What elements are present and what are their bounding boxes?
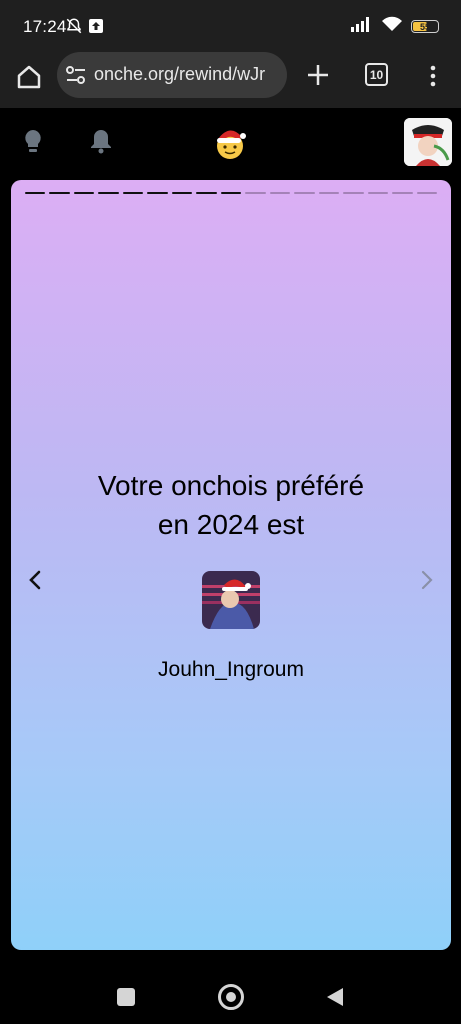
status-bar: 17:24 55	[0, 0, 461, 52]
bell-off-icon	[65, 17, 83, 40]
story-progress-segment	[245, 192, 266, 194]
favorite-user-avatar	[202, 571, 260, 629]
system-nav-bar	[0, 960, 461, 1024]
story-progress-segment	[367, 192, 389, 194]
story-progress-segment	[196, 192, 217, 194]
story-progress-segment	[343, 192, 364, 194]
browser-toolbar: onche.org/rewind/wJr 10	[0, 52, 461, 108]
home-system-button[interactable]	[218, 984, 244, 1010]
site-header	[0, 110, 461, 170]
wifi-icon	[381, 16, 403, 37]
profile-avatar[interactable]	[404, 118, 452, 166]
favorite-username: Jouhn_Ingroum	[158, 658, 304, 681]
lightbulb-icon[interactable]	[22, 128, 44, 159]
story-heading: Votre onchois préféré en 2024 est	[11, 466, 451, 544]
notifications-bell-icon[interactable]	[89, 128, 113, 159]
next-story-chevron-icon[interactable]	[417, 568, 437, 592]
onche-logo-icon[interactable]	[212, 125, 248, 161]
story-progress-segment	[318, 192, 340, 194]
upload-notification-icon	[89, 19, 103, 38]
story-progress-segment	[98, 192, 119, 194]
new-tab-button[interactable]	[305, 62, 331, 88]
story-progress-segment	[416, 192, 437, 194]
site-settings-icon[interactable]	[65, 65, 87, 90]
story-progress-segment	[25, 192, 46, 194]
story-progress-segment	[294, 192, 315, 194]
tab-switcher-button[interactable]: 10	[365, 63, 388, 86]
more-menu-icon[interactable]	[424, 64, 442, 88]
status-time: 17:24	[23, 17, 67, 36]
battery-icon: 55	[411, 20, 439, 33]
back-button[interactable]	[325, 986, 345, 1013]
address-bar[interactable]: onche.org/rewind/wJr	[57, 52, 287, 98]
story-progress-segment	[269, 192, 291, 194]
story-progress-bar	[25, 192, 437, 196]
story-progress-segment	[220, 192, 242, 194]
story-progress-segment	[73, 192, 95, 194]
story-progress-segment	[171, 192, 193, 194]
story-progress-segment	[147, 192, 168, 194]
recents-button[interactable]	[117, 988, 135, 1006]
url-text: onche.org/rewind/wJr	[94, 64, 266, 84]
heading-line-2: en 2024 est	[157, 509, 305, 540]
signal-icon	[351, 16, 373, 37]
story-progress-segment	[122, 192, 144, 194]
heading-line-1: Votre onchois préféré	[97, 470, 365, 501]
battery-level: 55	[419, 21, 430, 32]
story-progress-segment	[49, 192, 70, 194]
home-button[interactable]	[14, 62, 44, 92]
story-progress-segment	[392, 192, 413, 194]
previous-story-chevron-icon[interactable]	[25, 568, 45, 592]
rewind-story-card[interactable]: Votre onchois préféré en 2024 est Jouhn_…	[11, 180, 451, 950]
